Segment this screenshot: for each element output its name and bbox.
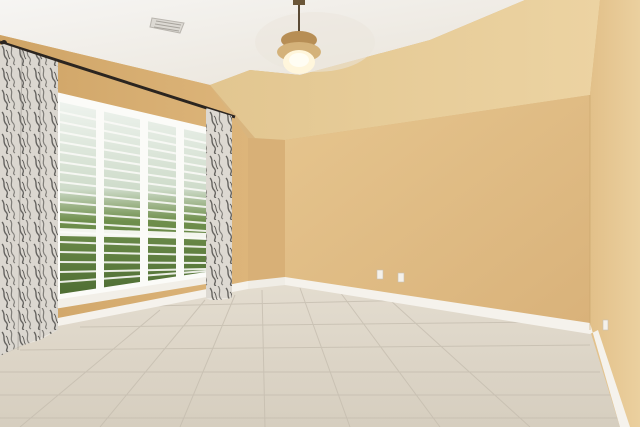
window	[54, 92, 212, 309]
right-curtain	[206, 108, 232, 300]
left-curtain	[0, 44, 58, 356]
room-illustration	[0, 0, 640, 427]
empty-room-photo	[0, 0, 640, 427]
wall-corner	[248, 138, 285, 282]
